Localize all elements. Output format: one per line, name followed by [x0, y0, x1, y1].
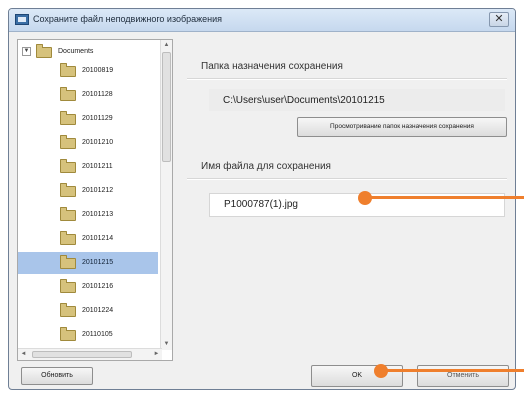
folder-icon [60, 135, 76, 149]
destination-path: C:\Users\user\Documents\20101215 [223, 95, 385, 106]
vertical-scroll-thumb[interactable] [162, 52, 171, 162]
file-name-heading: Имя файла для сохранения [201, 161, 331, 172]
folder-icon [60, 279, 76, 293]
tree-item-folder[interactable]: 20101214 [18, 228, 158, 250]
folder-icon [60, 63, 76, 77]
tree-item-folder[interactable]: 20101215 [18, 252, 158, 274]
tree-item-label: 20101212 [82, 187, 114, 194]
refresh-button[interactable]: Обновить [21, 367, 93, 385]
tree-item-label: 20101129 [82, 115, 113, 122]
tree-item-folder[interactable]: 20101128 [18, 84, 158, 106]
expander-icon[interactable]: ▼ [22, 47, 31, 56]
tree-item-label: 20101214 [82, 235, 114, 242]
tree-item-folder[interactable]: 20101224 [18, 300, 158, 322]
destination-folder-heading: Папка назначения сохранения [201, 61, 343, 72]
tree-item-label: 20101213 [82, 211, 114, 218]
scroll-left-arrow-icon[interactable]: ◄ [18, 349, 29, 360]
tree-item-label: 20101211 [82, 163, 113, 170]
tree-item-folder[interactable]: 20100819 [18, 60, 158, 82]
close-button[interactable]: ✕ [489, 12, 509, 27]
folder-icon [36, 44, 52, 58]
scroll-down-arrow-icon[interactable]: ▼ [161, 339, 172, 350]
tree-item-folder[interactable]: 20101213 [18, 204, 158, 226]
tree-item-folder[interactable]: 20101211 [18, 156, 158, 178]
tree-item-folder[interactable]: 20101210 [18, 132, 158, 154]
folder-tree[interactable]: ▼ Documents 20100819 20101128 20101129 2010… [17, 39, 173, 361]
tree-item-folder[interactable]: 20101212 [18, 180, 158, 202]
tree-item-folder[interactable]: 20110105 [18, 324, 158, 346]
folder-icon [60, 183, 76, 197]
horizontal-scroll-thumb[interactable] [32, 351, 132, 358]
app-window-icon [15, 14, 29, 25]
folder-icon [60, 207, 76, 221]
tree-item-label: 20101128 [82, 91, 113, 98]
tree-root-label: Documents [58, 48, 94, 55]
scroll-right-arrow-icon[interactable]: ► [151, 349, 162, 360]
browse-destination-button[interactable]: Просмотривание папок назначения сохранен… [297, 117, 507, 137]
callout-marker-file-name [358, 191, 372, 205]
tree-item-label: 20101210 [82, 139, 114, 146]
window-title: Сохраните файл неподвижного изображения [33, 14, 223, 24]
folder-icon [60, 327, 76, 341]
tree-root-documents[interactable]: ▼ Documents [22, 44, 152, 59]
save-still-image-dialog: Сохраните файл неподвижного изображения … [8, 8, 516, 390]
vertical-scrollbar[interactable]: ▲ ▼ [160, 40, 172, 350]
file-name-value: P1000787(1).jpg [224, 199, 298, 210]
save-options-panel: Папка назначения сохранения C:\Users\use… [179, 35, 513, 387]
tree-item-label: 20100819 [82, 67, 114, 74]
callout-line-ok [384, 369, 524, 372]
folder-icon [60, 255, 76, 269]
divider [187, 79, 507, 80]
folder-icon [60, 87, 76, 101]
title-bar: Сохраните файл неподвижного изображения … [9, 9, 515, 32]
tree-item-folder[interactable]: 20101129 [18, 108, 158, 130]
folder-icon [60, 231, 76, 245]
tree-item-label: 20110105 [82, 331, 113, 338]
folder-icon [60, 159, 76, 173]
folder-icon [60, 303, 76, 317]
horizontal-scrollbar[interactable]: ◄ ► [18, 348, 162, 360]
tree-item-label: 20101224 [82, 307, 114, 314]
tree-item-folder[interactable]: 20101216 [18, 276, 158, 298]
tree-item-label: 20101215 [82, 259, 114, 266]
folder-icon [60, 111, 76, 125]
callout-line-file-name [368, 196, 524, 199]
scroll-up-arrow-icon[interactable]: ▲ [161, 40, 172, 51]
tree-item-label: 20101216 [82, 283, 114, 290]
divider [187, 179, 507, 180]
callout-marker-ok [374, 364, 388, 378]
